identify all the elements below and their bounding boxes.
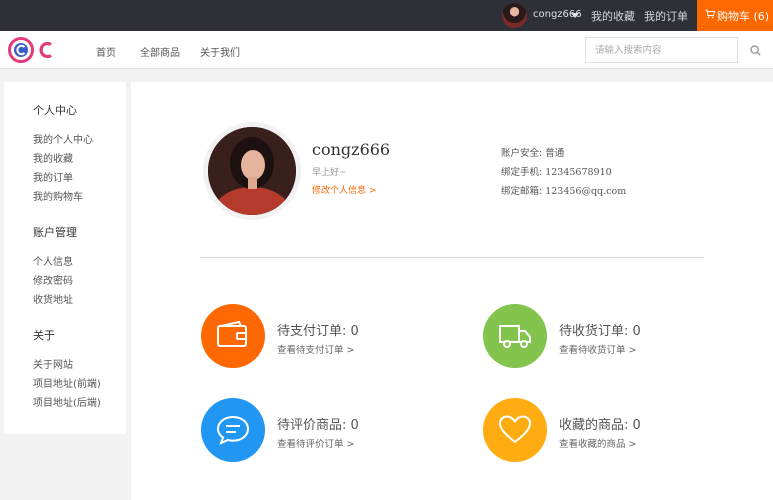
cart-icon <box>705 9 715 19</box>
sidebar-item-address[interactable]: 收货地址 <box>33 291 73 306</box>
main-panel: congz666 早上好~ 修改个人信息 > 账户安全: 普通 绑定手机: 1234… <box>131 82 773 500</box>
view-to-review-orders-link[interactable]: 查看待评价订单 > <box>277 436 354 450</box>
stat-title: 收藏的商品: 0 <box>559 418 641 433</box>
bound-phone-label: 绑定手机: <box>501 167 543 178</box>
bound-phone-value: 12345678910 <box>545 167 612 178</box>
bound-email-value: 123456@qq.com <box>545 186 627 197</box>
my-favorites-link[interactable]: 我的收藏 <box>591 8 635 24</box>
profile-name: congz666 <box>312 140 391 159</box>
account-security-label: 账户安全: <box>501 148 543 159</box>
nav-all-products[interactable]: 全部商品 <box>140 44 180 59</box>
top-bar: congz666 我的收藏 我的订单 购物车 (6) <box>0 0 773 31</box>
sidebar-title-account: 账户管理 <box>33 226 77 239</box>
search-input[interactable] <box>586 38 737 62</box>
search-button[interactable] <box>737 37 772 63</box>
nav-about[interactable]: 关于我们 <box>200 44 240 59</box>
heart-icon <box>498 415 532 444</box>
sidebar-item-favorites[interactable]: 我的收藏 <box>33 150 73 165</box>
edit-profile-link[interactable]: 修改个人信息 > <box>312 183 376 196</box>
stat-circle <box>201 304 265 368</box>
sidebar-item-password[interactable]: 修改密码 <box>33 272 73 287</box>
chevron-down-icon[interactable] <box>571 13 579 18</box>
site-logo[interactable] <box>8 35 56 65</box>
my-orders-link[interactable]: 我的订单 <box>644 8 688 24</box>
stat-title: 待收货订单: 0 <box>559 324 641 339</box>
header: 首页 全部商品 关于我们 <box>0 31 773 69</box>
sidebar-item-info[interactable]: 个人信息 <box>33 253 73 268</box>
stat-title: 待支付订单: 0 <box>277 324 359 339</box>
profile-avatar[interactable] <box>203 122 301 220</box>
profile-greeting: 早上好~ <box>312 168 347 178</box>
chat-icon <box>216 415 250 445</box>
cart-label: 购物车 (6) <box>717 10 770 23</box>
view-unpaid-orders-link[interactable]: 查看待支付订单 > <box>277 342 354 356</box>
account-security: 账户安全: 普通 <box>501 145 564 159</box>
sidebar-item-about-site[interactable]: 关于网站 <box>33 356 73 371</box>
sidebar-title-personal: 个人中心 <box>33 104 77 117</box>
bound-phone: 绑定手机: 12345678910 <box>501 164 612 178</box>
stat-title: 待评价商品: 0 <box>277 418 359 433</box>
search-icon <box>750 45 761 56</box>
cart-button[interactable]: 购物车 (6) <box>697 0 773 31</box>
sidebar-item-cart[interactable]: 我的购物车 <box>33 188 83 203</box>
sidebar-item-my-center[interactable]: 我的个人中心 <box>33 131 93 146</box>
bound-email: 绑定邮箱: 123456@qq.com <box>501 183 626 197</box>
wallet-icon <box>217 320 247 347</box>
bound-email-label: 绑定邮箱: <box>501 186 543 197</box>
nav-home[interactable]: 首页 <box>96 44 116 59</box>
avatar[interactable] <box>502 3 527 28</box>
sidebar-title-about: 关于 <box>33 329 55 342</box>
stat-circle <box>201 398 265 462</box>
truck-icon <box>499 325 531 348</box>
search-box <box>585 37 772 63</box>
stat-circle <box>483 398 547 462</box>
account-security-value: 普通 <box>545 148 565 159</box>
view-favorite-products-link[interactable]: 查看收藏的商品 > <box>559 436 636 450</box>
sidebar-item-frontend-repo[interactable]: 项目地址(前端) <box>33 375 101 390</box>
view-to-receive-orders-link[interactable]: 查看待收货订单 > <box>559 342 636 356</box>
sidebar: 个人中心 我的个人中心 我的收藏 我的订单 我的购物车 账户管理 个人信息 修改… <box>4 82 126 434</box>
sidebar-item-orders[interactable]: 我的订单 <box>33 169 73 184</box>
stat-circle <box>483 304 547 368</box>
divider <box>200 257 704 258</box>
sidebar-item-backend-repo[interactable]: 项目地址(后端) <box>33 394 101 409</box>
